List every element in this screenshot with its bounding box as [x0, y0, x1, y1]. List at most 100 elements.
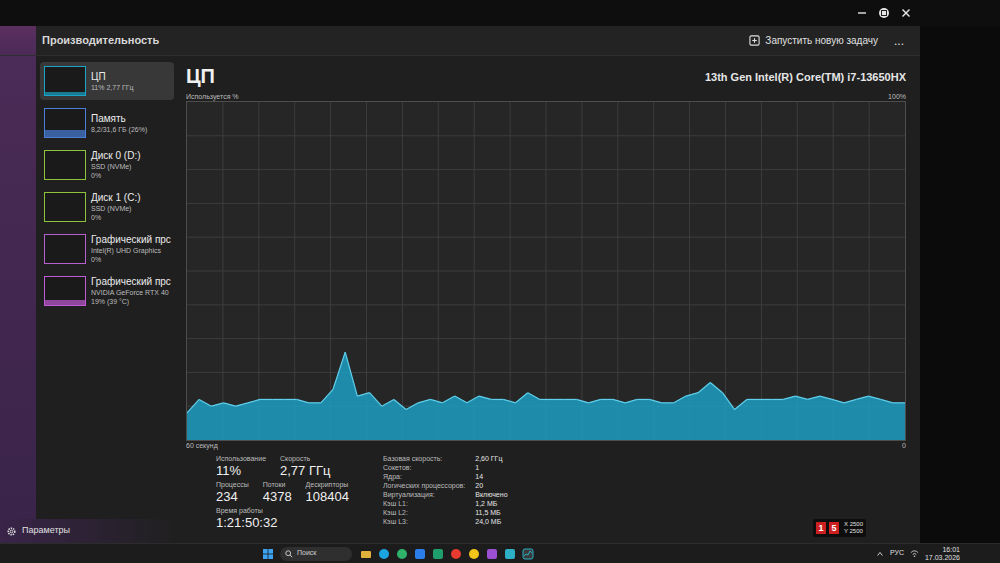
run-task-icon: [749, 35, 760, 46]
y-max-label: 100%: [888, 92, 906, 101]
stat: Процессы234: [216, 480, 249, 504]
chart-line-segment: [649, 399, 661, 402]
chart-line-segment: [625, 399, 637, 402]
minimize-icon[interactable]: [856, 7, 868, 19]
stat-label: Время работы: [216, 506, 277, 515]
nav-rail: [0, 56, 36, 519]
thumbnail-track: [44, 108, 86, 138]
stats-row: Использование11%Скорость2,77 ГГц: [216, 454, 349, 478]
spec-value: 20: [475, 481, 507, 490]
chart-line-segment: [284, 399, 296, 400]
thumbnail-fill: [45, 130, 85, 137]
x-axis-label: 60 секунд: [186, 441, 218, 450]
sidebar-item[interactable]: Графический прсNVIDIA GeForce RTX 4019% …: [40, 272, 174, 310]
chart-line-segment: [479, 396, 491, 399]
chart-line-segment: [187, 399, 199, 413]
more-button[interactable]: ...: [890, 32, 908, 50]
chart-line-segment: [467, 396, 479, 403]
app-icon[interactable]: [486, 548, 498, 560]
sidebar-item[interactable]: Графический прсIntel(R) UHD Graphics0%: [40, 230, 174, 268]
sidebar-item[interactable]: Диск 1 (C:)SSD (NVMe)0%: [40, 188, 174, 226]
chart-line-segment: [637, 399, 649, 400]
clock-time: 16:01: [942, 546, 960, 554]
taskbar: Поиск РУС 16:01 17.03.2026: [0, 543, 1000, 563]
chart-line-segment: [528, 393, 540, 400]
chart-area: [187, 352, 905, 440]
app-icon[interactable]: [450, 548, 462, 560]
chart-line-segment: [893, 402, 905, 403]
y-axis-label: Используется %: [186, 92, 239, 101]
close-icon[interactable]: [900, 7, 912, 19]
monitor-bezel: [920, 26, 1000, 543]
app-icon[interactable]: [432, 548, 444, 560]
chevron-up-icon[interactable]: [876, 550, 884, 558]
sidebar-item-text: Диск 0 (D:)SSD (NVMe)0%: [91, 150, 141, 180]
thumbnail-track: [44, 276, 86, 306]
search-box[interactable]: Поиск: [280, 547, 352, 561]
chart-line-segment: [394, 399, 406, 409]
app-icon[interactable]: [504, 548, 516, 560]
wifi-icon[interactable]: [910, 549, 919, 558]
app-icon[interactable]: [378, 548, 390, 560]
chart-line-segment: [272, 399, 284, 400]
chart-line-segment: [333, 352, 345, 389]
sidebar-item-text: Графический прсNVIDIA GeForce RTX 4019% …: [91, 276, 170, 306]
stat-value: 234: [216, 489, 249, 504]
sidebar-item[interactable]: ЦП11% 2,77 ГГц: [40, 62, 174, 100]
thumbnail-track: [44, 66, 86, 96]
settings-button[interactable]: Параметры: [0, 519, 178, 543]
left-panel: ЦП11% 2,77 ГГц Память8,2/31,6 ГБ (26%) Дис…: [0, 56, 178, 543]
stats-row: Время работы1:21:50:32: [216, 506, 349, 530]
app-icon[interactable]: [468, 548, 480, 560]
sidebar-item[interactable]: Память8,2/31,6 ГБ (26%): [40, 104, 174, 142]
chart-line-segment: [783, 396, 795, 399]
chart-bottom-labels: 60 секунд 0: [186, 441, 906, 450]
overlay-widget: 15X 2500Y 2500: [813, 519, 866, 537]
chart-line-segment: [601, 399, 613, 400]
thumbnail-track: [44, 150, 86, 180]
grid-line: [187, 338, 905, 339]
chart-line-segment: [345, 352, 357, 396]
stat-value: 1:21:50:32: [216, 515, 277, 530]
chart-line-segment: [199, 399, 211, 406]
start-icon[interactable]: [262, 548, 274, 560]
grid-line: [187, 271, 905, 272]
chart-line-segment: [430, 399, 442, 402]
stat: Время работы1:21:50:32: [216, 506, 277, 530]
main-title: ЦП: [186, 64, 215, 88]
cpu-model: 13th Gen Intel(R) Core(TM) i7-13650HX: [705, 70, 906, 88]
maximize-icon[interactable]: [878, 7, 890, 19]
clock[interactable]: 16:01 17.03.2026: [925, 546, 960, 562]
chart-line-segment: [576, 399, 588, 402]
page-title: Производительность: [42, 32, 159, 49]
sidebar-item-text: Графический прсIntel(R) UHD Graphics0%: [91, 234, 170, 264]
sidebar-item-text: ЦП11% 2,77 ГГц: [91, 71, 134, 92]
dynamic-stats: Использование11%Скорость2,77 ГГцПроцессы…: [216, 454, 349, 539]
sidebar-item-detail: SSD (NVMe): [91, 204, 141, 213]
sidebar-item[interactable]: Диск 0 (D:)SSD (NVMe)0%: [40, 146, 174, 184]
app-icon[interactable]: [360, 548, 372, 560]
sidebar-item-detail: 8,2/31,6 ГБ (26%): [91, 125, 147, 134]
settings-label: Параметры: [22, 524, 70, 538]
chart-line-segment: [382, 399, 394, 406]
nav-rail: [0, 26, 36, 55]
sidebar-item-detail: 11% 2,77 ГГц: [91, 83, 134, 92]
chart-line-segment: [856, 396, 868, 399]
overlay-line: Y 2500: [844, 528, 863, 535]
run-task-label: Запустить новую задачу: [765, 33, 878, 48]
app-icon[interactable]: [414, 548, 426, 560]
run-task-button[interactable]: Запустить новую задачу: [741, 30, 886, 51]
chart-line-segment: [868, 396, 880, 399]
chart-line-segment: [224, 403, 236, 406]
task-manager-icon[interactable]: [522, 548, 534, 560]
stat-label: Дескрипторы: [306, 480, 349, 489]
chart-line-segment: [540, 399, 552, 400]
app-icon[interactable]: [396, 548, 408, 560]
chart-line-segment: [747, 399, 759, 400]
spec-label: Логических процессоров:: [383, 481, 465, 490]
chart-line-segment: [443, 396, 455, 403]
language-indicator[interactable]: РУС: [890, 548, 904, 559]
grid-line: [187, 304, 905, 305]
chart-line-segment: [455, 396, 467, 403]
cpu-chart: [186, 101, 906, 441]
